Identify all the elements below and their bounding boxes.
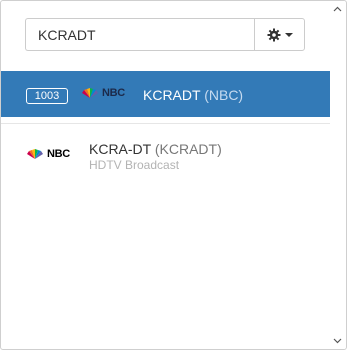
- result-title: KCRADT (NBC): [143, 87, 243, 103]
- result-network: (NBC): [204, 87, 244, 103]
- gear-icon: [267, 28, 280, 41]
- result-callsign: (KCRADT): [154, 141, 222, 157]
- result-description: HDTV Broadcast: [89, 158, 180, 172]
- search-input[interactable]: [25, 18, 254, 51]
- nbc-logo: NBC: [81, 87, 125, 99]
- caret-down-icon: [284, 32, 293, 37]
- logo-wordmark: NBC: [102, 87, 125, 99]
- chevron-down-icon[interactable]: [333, 336, 342, 345]
- settings-dropdown-button[interactable]: [254, 18, 305, 51]
- result-name: KCRADT: [143, 87, 201, 103]
- chevron-up-icon[interactable]: [333, 5, 342, 14]
- result-name: KCRA-DT: [89, 141, 151, 157]
- logo-wordmark: NBC: [47, 148, 70, 160]
- channel-number-badge: 1003: [26, 88, 68, 104]
- vertical-scrollbar[interactable]: [330, 1, 345, 349]
- peacock-icon: [82, 87, 98, 98]
- result-row[interactable]: NBC KCRA-DT (KCRADT) HDTV Broadcast: [1, 123, 331, 185]
- peacock-icon: [27, 148, 43, 159]
- nbc-logo: NBC: [26, 148, 70, 160]
- search-bar: [25, 18, 305, 51]
- result-title: KCRA-DT (KCRADT): [89, 141, 222, 157]
- channel-search-panel: 1003 NBC KCRADT (NBC): [0, 0, 347, 350]
- result-row-selected[interactable]: 1003 NBC KCRADT (NBC): [1, 71, 331, 117]
